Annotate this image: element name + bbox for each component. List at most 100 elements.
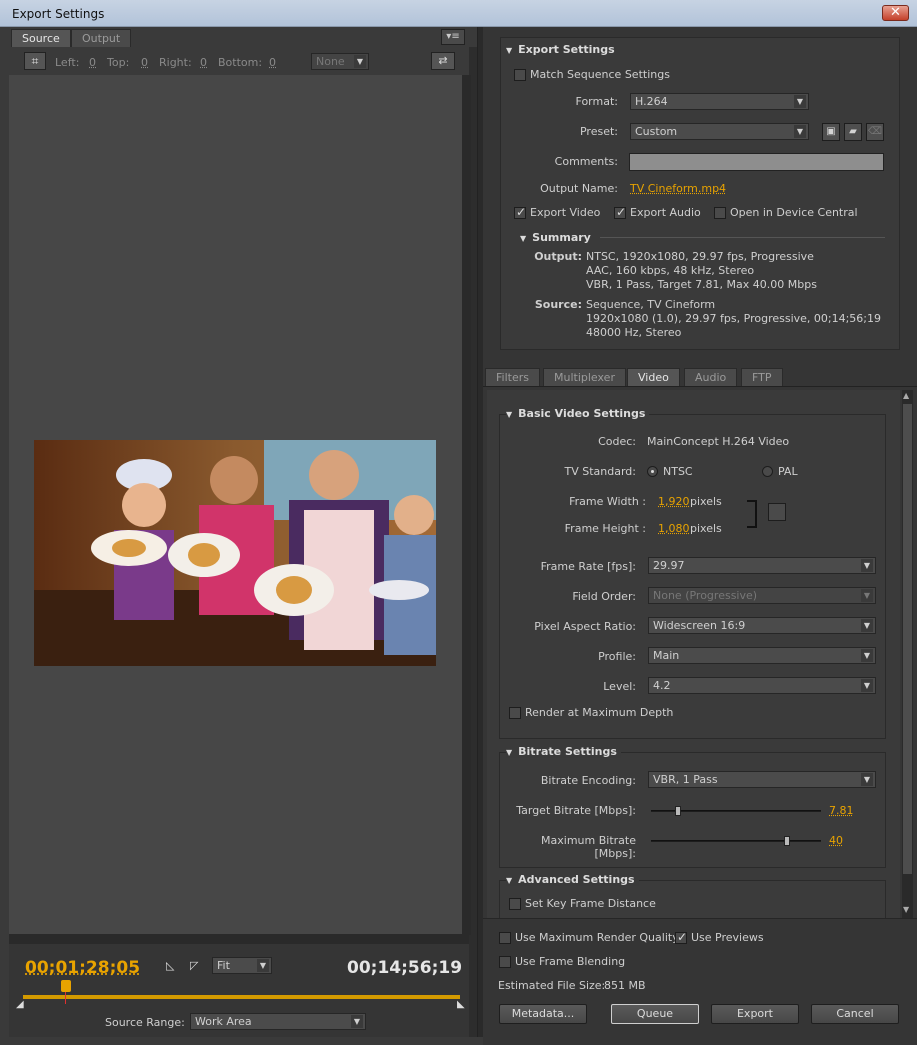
preset-dropdown[interactable]: Custom ▼ [630,123,809,140]
crop-icon[interactable]: ⌗ [24,52,46,70]
import-preset-icon[interactable]: ▰ [844,123,862,141]
queue-button[interactable]: Queue [611,1004,699,1024]
scroll-down-icon[interactable]: ▼ [903,905,909,914]
tab-ftp[interactable]: FTP [741,368,783,386]
crop-ratio-dropdown[interactable]: None ▼ [311,53,369,70]
max-bitrate-value[interactable]: 40 [829,834,843,847]
summary-header[interactable]: ▼ Summary [520,231,591,244]
frame-rate-label: Frame Rate [fps]: [540,560,636,573]
zoom-dropdown[interactable]: Fit ▼ [212,957,272,974]
family-photo-image [34,440,436,666]
preset-label: Preset: [579,125,618,138]
tab-filters[interactable]: Filters [485,368,540,386]
tab-video[interactable]: Video [627,368,680,386]
advanced-header[interactable]: ▼ Advanced Settings [506,873,639,886]
summary-source-line-2: 1920x1080 (1.0), 29.97 fps, Progressive,… [586,312,882,325]
frame-height-unit: pixels [690,522,722,535]
scroll-thumb[interactable] [903,404,912,874]
delete-preset-icon[interactable]: ⌫ [866,123,884,141]
current-timecode[interactable]: 00;01;28;05 [25,958,140,978]
window-title: Export Settings [12,7,105,21]
cancel-button[interactable]: Cancel [811,1004,899,1024]
use-previews-label: Use Previews [691,931,764,944]
viewer-horizontal-scrollbar[interactable] [9,934,469,944]
triangle-down-icon: ▼ [506,876,513,885]
field-order-dropdown[interactable]: None (Progressive) ▼ [648,587,876,604]
basic-video-header[interactable]: ▼ Basic Video Settings [506,407,650,420]
crop-ratio-value: None [316,55,345,68]
set-in-point-icon[interactable]: ◺ [166,959,174,972]
export-settings-header[interactable]: ▼ Export Settings [506,43,615,56]
match-sequence-checkbox[interactable] [514,69,526,81]
panel-menu-icon[interactable]: ▾≡ [441,29,465,45]
export-audio-checkbox[interactable] [614,205,626,219]
summary-source-label: Source: [534,298,582,311]
output-name-link[interactable]: TV Cineform.mp4 [630,182,726,195]
crop-left-label: Left: [55,56,80,69]
zoom-value: Fit [217,959,230,972]
pal-radio[interactable] [762,466,773,477]
summary-output-line-3: VBR, 1 Pass, Target 7.81, Max 40.00 Mbps [586,278,817,291]
frame-width-value[interactable]: 1,920 [658,495,690,508]
crop-toolbar: ⌗ Left: 0 Top: 0 Right: 0 Bottom: 0 None… [9,47,469,75]
frame-width-label: Frame Width : [569,495,646,508]
metadata-button[interactable]: Metadata... [499,1004,587,1024]
max-bitrate-slider[interactable] [651,836,821,846]
par-value: Widescreen 16:9 [653,619,746,632]
max-bitrate-thumb[interactable] [784,836,790,846]
bitrate-header[interactable]: ▼ Bitrate Settings [506,745,621,758]
playhead-icon[interactable] [61,980,71,992]
tab-source[interactable]: Source [11,29,71,47]
scroll-up-icon[interactable]: ▲ [903,391,909,400]
chevron-down-icon: ▼ [794,95,806,108]
frame-rate-value: 29.97 [653,559,685,572]
save-preset-icon[interactable]: ▣ [822,123,840,141]
comments-input[interactable] [629,153,884,171]
crop-top-value[interactable]: 0 [141,56,148,69]
ntsc-radio[interactable] [647,466,658,477]
frame-height-value[interactable]: 1,080 [658,522,690,535]
bitrate-encoding-dropdown[interactable]: VBR, 1 Pass ▼ [648,771,876,788]
summary-output-line-1: NTSC, 1920x1080, 29.97 fps, Progressive [586,250,814,263]
target-bitrate-thumb[interactable] [675,806,682,816]
constrain-proportions-checkbox[interactable] [768,503,786,521]
key-frame-distance-checkbox[interactable] [509,898,521,910]
tab-multiplexer[interactable]: Multiplexer [543,368,626,386]
tv-standard-label: TV Standard: [564,465,637,478]
export-settings-title: Export Settings [518,43,615,56]
chevron-down-icon: ▼ [861,649,873,662]
crop-right-value[interactable]: 0 [200,56,207,69]
level-label: Level: [603,680,636,693]
set-out-point-icon[interactable]: ◸ [190,959,198,972]
close-button[interactable]: ✕ [882,5,909,21]
target-bitrate-slider[interactable] [651,806,821,816]
timeline-bar[interactable] [23,995,460,999]
open-device-central-checkbox[interactable] [714,207,726,219]
crop-bottom-value[interactable]: 0 [269,56,276,69]
source-range-dropdown[interactable]: Work Area ▼ [190,1013,366,1030]
par-dropdown[interactable]: Widescreen 16:9 ▼ [648,617,876,634]
max-render-quality-label: Use Maximum Render Quality [515,931,679,944]
export-video-checkbox[interactable] [514,205,526,219]
work-area-end-icon[interactable]: ◣ [457,999,465,1010]
crop-left-value[interactable]: 0 [89,56,96,69]
use-previews-checkbox[interactable] [675,930,687,944]
tab-output[interactable]: Output [71,29,132,47]
profile-dropdown[interactable]: Main ▼ [648,647,876,664]
tab-audio[interactable]: Audio [684,368,738,386]
crop-right-label: Right: [159,56,192,69]
format-dropdown[interactable]: H.264 ▼ [630,93,809,110]
viewer-vertical-scrollbar[interactable] [462,75,471,935]
render-max-depth-checkbox[interactable] [509,707,521,719]
target-bitrate-value[interactable]: 7.81 [829,804,854,817]
scale-source-icon[interactable]: ⇄ [431,52,455,70]
settings-vertical-scrollbar[interactable]: ▲ ▼ [902,390,913,918]
work-area-start-icon[interactable]: ◢ [16,999,24,1010]
level-dropdown[interactable]: 4.2 ▼ [648,677,876,694]
summary-output-label: Output: [534,250,582,263]
max-render-quality-checkbox[interactable] [499,932,511,944]
frame-blending-checkbox[interactable] [499,956,511,968]
export-button[interactable]: Export [711,1004,799,1024]
frame-rate-dropdown[interactable]: 29.97 ▼ [648,557,876,574]
chevron-down-icon: ▼ [351,1015,363,1028]
